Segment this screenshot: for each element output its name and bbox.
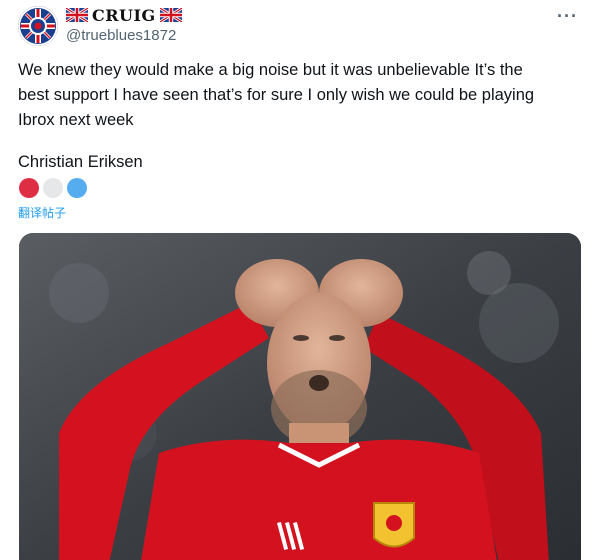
tweet-media-photo[interactable]	[19, 233, 581, 560]
more-options-icon[interactable]: ···	[557, 6, 578, 27]
tweet-header: CRUIG @trueblues1872 ···	[18, 6, 582, 46]
tweet-text-line: We knew they would make a big noise but …	[18, 61, 523, 79]
white-circle-icon	[43, 178, 63, 198]
display-name-text: CRUIG	[92, 5, 156, 25]
display-name[interactable]: CRUIG	[66, 5, 182, 25]
avatar[interactable]	[18, 6, 58, 46]
translate-post-link[interactable]: 翻译帖子	[18, 204, 66, 221]
emoji-row	[19, 178, 87, 198]
blue-circle-icon	[67, 178, 87, 198]
tweet-signoff: Christian Eriksen	[18, 153, 143, 171]
union-jack-flag-icon	[66, 8, 88, 22]
account-handle[interactable]: @trueblues1872	[66, 27, 176, 44]
red-circle-icon	[19, 178, 39, 198]
player-photo	[19, 233, 581, 560]
union-jack-flag-icon	[159, 8, 182, 22]
tweet-text: We knew they would make a big noise but …	[18, 58, 578, 133]
tweet-text-line: best support I have seen that’s for sure…	[18, 86, 535, 104]
tweet-text-line: Ibrox next week	[18, 111, 134, 129]
rangers-crest-icon	[18, 6, 58, 46]
